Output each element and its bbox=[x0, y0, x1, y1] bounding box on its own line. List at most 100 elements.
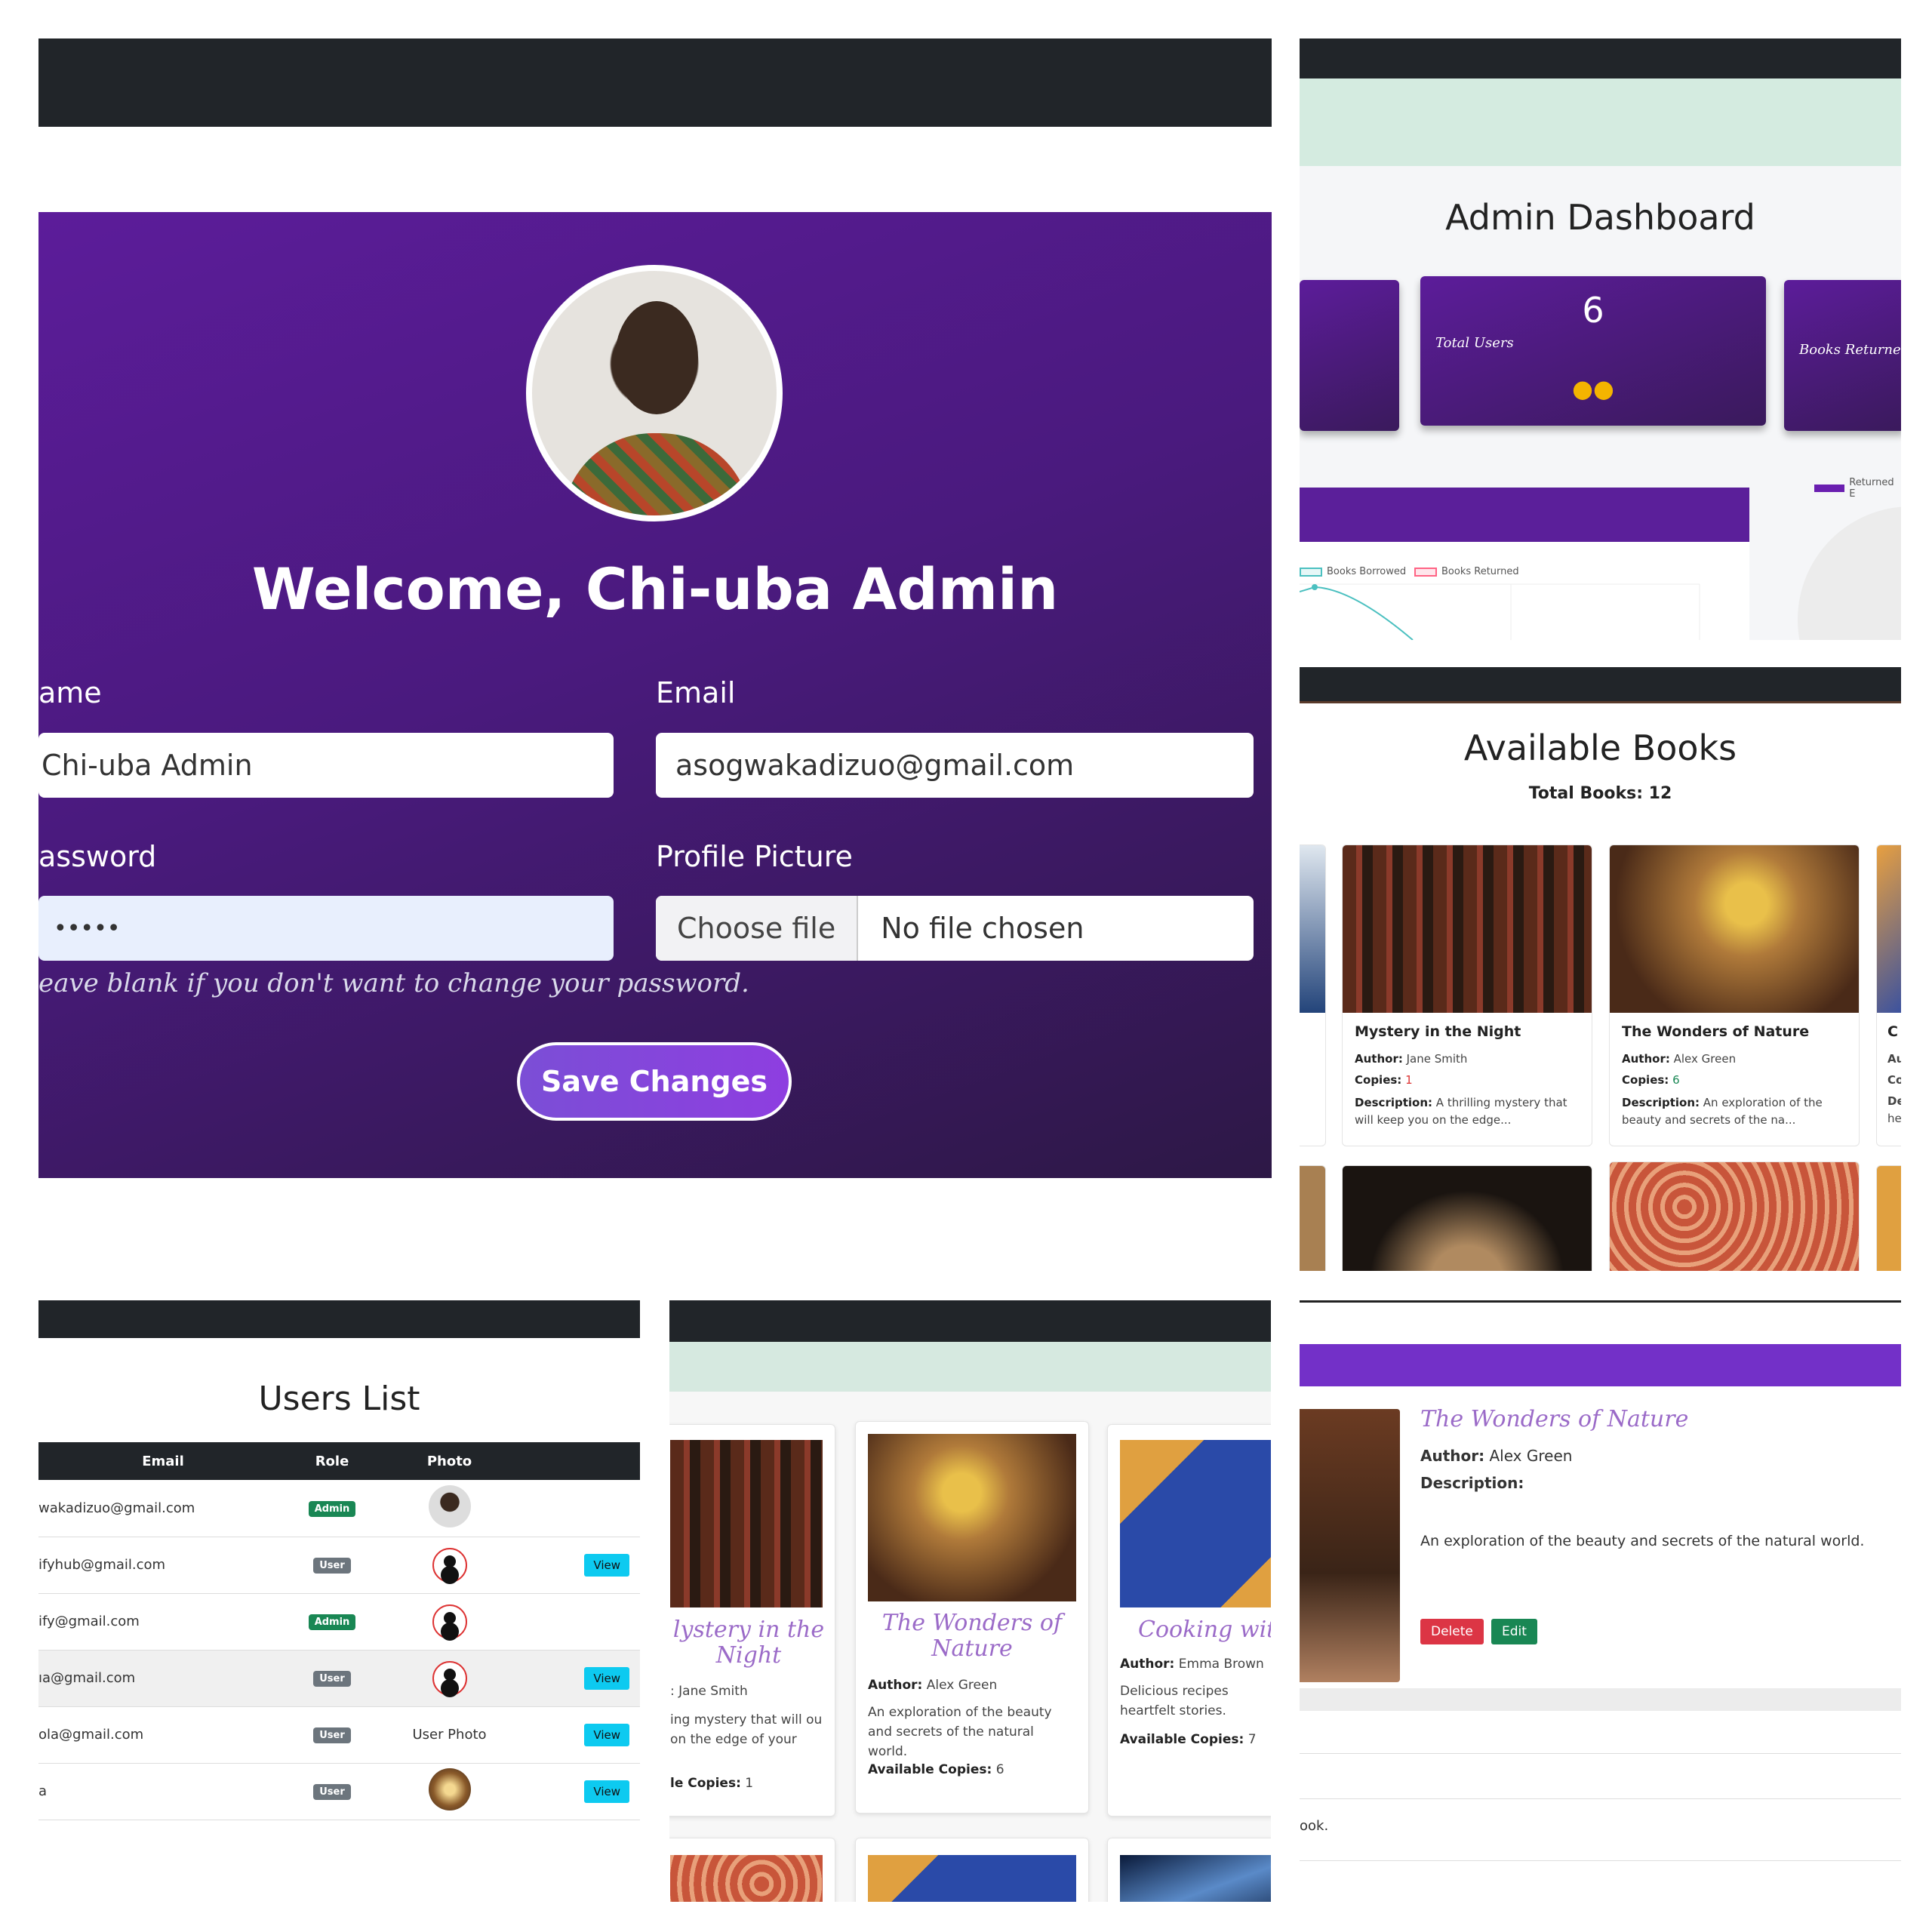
profile-panel: Welcome, Chi-uba Admin ame Chi-uba Admin… bbox=[38, 38, 1272, 1254]
profile-hero: Welcome, Chi-uba Admin ame Chi-uba Admin… bbox=[38, 212, 1272, 1178]
stat-card-books-returned: Books Returned bbox=[1784, 280, 1901, 431]
role-badge: User bbox=[313, 1727, 351, 1743]
role-badge: User bbox=[313, 1784, 351, 1800]
book-copies: 6 bbox=[1672, 1073, 1680, 1087]
book-card[interactable] bbox=[1342, 1165, 1592, 1271]
book-copies: 1 bbox=[1405, 1073, 1413, 1087]
table-row: ifyhub@gmail.com User View bbox=[38, 1537, 640, 1594]
book-description: ing mystery that will ou on the edge of … bbox=[670, 1712, 823, 1747]
books-grid-panel: lystery in the Night : Jane Smith ing my… bbox=[669, 1300, 1271, 1902]
description-label: Description: bbox=[1420, 1474, 1524, 1492]
save-changes-button[interactable]: Save Changes bbox=[517, 1042, 792, 1121]
book-card-partial[interactable] bbox=[1876, 1165, 1901, 1271]
choose-file-button[interactable]: Choose file bbox=[656, 896, 859, 961]
navbar bbox=[669, 1300, 1271, 1342]
password-label: assword bbox=[38, 840, 157, 873]
book-card[interactable] bbox=[1107, 1838, 1271, 1902]
book-title: The Wonders of Nature bbox=[1622, 1023, 1810, 1040]
book-card-partial-left[interactable] bbox=[1300, 844, 1326, 1146]
table-row: ola@gmail.com User User Photo View bbox=[38, 1706, 640, 1764]
book-card[interactable]: Mystery in the Night Author: Jane Smith … bbox=[1342, 844, 1592, 1146]
book-card[interactable] bbox=[855, 1838, 1089, 1902]
book-card[interactable]: The Wonders of Nature Author: Alex Green… bbox=[1609, 844, 1860, 1146]
book-description: Delicious recipes heartfelt stories. bbox=[1120, 1684, 1229, 1718]
stat-value: 6 bbox=[1582, 290, 1604, 331]
col-role: Role bbox=[288, 1442, 377, 1480]
book-detail-panel: The Wonders of Nature Author: Alex Green… bbox=[1300, 1300, 1901, 1902]
role-badge: User bbox=[313, 1558, 351, 1574]
available-books-panel: Available Books Total Books: 12 Mystery … bbox=[1300, 667, 1901, 1271]
view-button[interactable]: View bbox=[584, 1780, 629, 1803]
picture-label: Profile Picture bbox=[656, 840, 853, 873]
password-hint: eave blank if you don't want to change y… bbox=[38, 968, 749, 998]
book-author: Alex Green bbox=[926, 1678, 998, 1693]
user-avatar bbox=[432, 1604, 467, 1639]
divider bbox=[1300, 1300, 1901, 1303]
book-copies: 6 bbox=[995, 1762, 1004, 1777]
file-status: No file chosen bbox=[881, 912, 1084, 945]
book-cover bbox=[1120, 1440, 1271, 1607]
users-table: Email Role Photo wakadizuo@gmail.com Adm… bbox=[38, 1442, 640, 1820]
book-author: Jane Smith bbox=[1406, 1052, 1468, 1066]
stat-card-total-users: 6 Total Users ●● bbox=[1420, 276, 1766, 426]
dashboard-title: Admin Dashboard bbox=[1445, 197, 1755, 238]
pie-chart bbox=[1798, 506, 1901, 640]
table-row: ıa@gmail.com User View bbox=[38, 1650, 640, 1707]
book-copies: 1 bbox=[745, 1776, 754, 1791]
stat-label: Total Users bbox=[1435, 335, 1514, 351]
col-actions bbox=[522, 1442, 640, 1480]
mint-strip bbox=[1300, 78, 1901, 166]
users-title: Users List bbox=[258, 1380, 420, 1418]
stat2-label: Books Returned bbox=[1799, 342, 1901, 358]
welcome-heading: Welcome, Chi-uba Admin bbox=[251, 555, 1059, 623]
view-button[interactable]: View bbox=[584, 1553, 629, 1577]
delete-button[interactable]: Delete bbox=[1420, 1619, 1484, 1644]
user-avatar bbox=[432, 1547, 467, 1583]
user-email: ify@gmail.com bbox=[38, 1593, 288, 1651]
email-input[interactable]: asogwakadizuo@gmail.com bbox=[656, 733, 1254, 798]
divider bbox=[1300, 1798, 1901, 1799]
book-title: Cooking with I bbox=[1138, 1617, 1271, 1643]
book-card-partial-right[interactable]: C Au Co De he bbox=[1876, 844, 1901, 1146]
user-email: ıa@gmail.com bbox=[38, 1650, 288, 1707]
book-title: The Wonders of Nature bbox=[1420, 1406, 1689, 1432]
role-badge: Admin bbox=[308, 1500, 356, 1517]
book-author: Emma Brown bbox=[1178, 1657, 1264, 1672]
view-button[interactable]: View bbox=[584, 1723, 629, 1746]
col-photo: Photo bbox=[377, 1442, 522, 1480]
book-card[interactable] bbox=[1609, 1161, 1860, 1271]
purple-header bbox=[1300, 1344, 1901, 1386]
book-cover bbox=[1610, 845, 1859, 1013]
book-description: An exploration of the beauty and secrets… bbox=[1420, 1533, 1865, 1549]
book-title: The Wonders of Nature bbox=[881, 1610, 1063, 1662]
file-input[interactable]: Choose file No file chosen bbox=[656, 896, 1254, 961]
users-icon: ●● bbox=[1572, 374, 1614, 403]
navbar bbox=[1300, 38, 1901, 78]
users-list-panel: Users List Email Role Photo wakadizuo@gm… bbox=[38, 1300, 640, 1902]
user-email: a bbox=[38, 1763, 288, 1820]
book-card[interactable]: The Wonders of Nature Author: Alex Green… bbox=[855, 1421, 1089, 1814]
user-avatar bbox=[428, 1484, 471, 1527]
edit-button[interactable]: Edit bbox=[1491, 1619, 1537, 1644]
book-cover bbox=[868, 1434, 1076, 1601]
book-card[interactable]: lystery in the Night : Jane Smith ing my… bbox=[669, 1424, 835, 1817]
dashboard-panel: Admin Dashboard 6 Total Users ●● Books R… bbox=[1300, 38, 1901, 640]
book-title: Mystery in the Night bbox=[1355, 1023, 1521, 1040]
user-email: ola@gmail.com bbox=[38, 1706, 288, 1764]
col-email: Email bbox=[38, 1442, 288, 1480]
book-cover bbox=[1343, 845, 1592, 1013]
profile-avatar bbox=[526, 265, 783, 521]
password-input[interactable]: ••••• bbox=[38, 896, 614, 961]
line-series bbox=[1300, 583, 1700, 640]
name-label: ame bbox=[38, 676, 102, 709]
table-row: wakadizuo@gmail.com Admin bbox=[38, 1480, 640, 1537]
book-card-partial[interactable] bbox=[1300, 1165, 1326, 1271]
legend-right: Returned E bbox=[1814, 477, 1901, 500]
book-card[interactable]: Cooking with I Author: Emma Brown Delici… bbox=[1107, 1424, 1271, 1817]
book-card[interactable] bbox=[669, 1838, 835, 1902]
user-email: wakadizuo@gmail.com bbox=[38, 1480, 288, 1537]
name-input[interactable]: Chi-uba Admin bbox=[38, 733, 614, 798]
divider bbox=[1300, 1860, 1901, 1861]
view-button[interactable]: View bbox=[584, 1666, 629, 1690]
book-description: An exploration of the beauty and secrets… bbox=[868, 1705, 1052, 1759]
